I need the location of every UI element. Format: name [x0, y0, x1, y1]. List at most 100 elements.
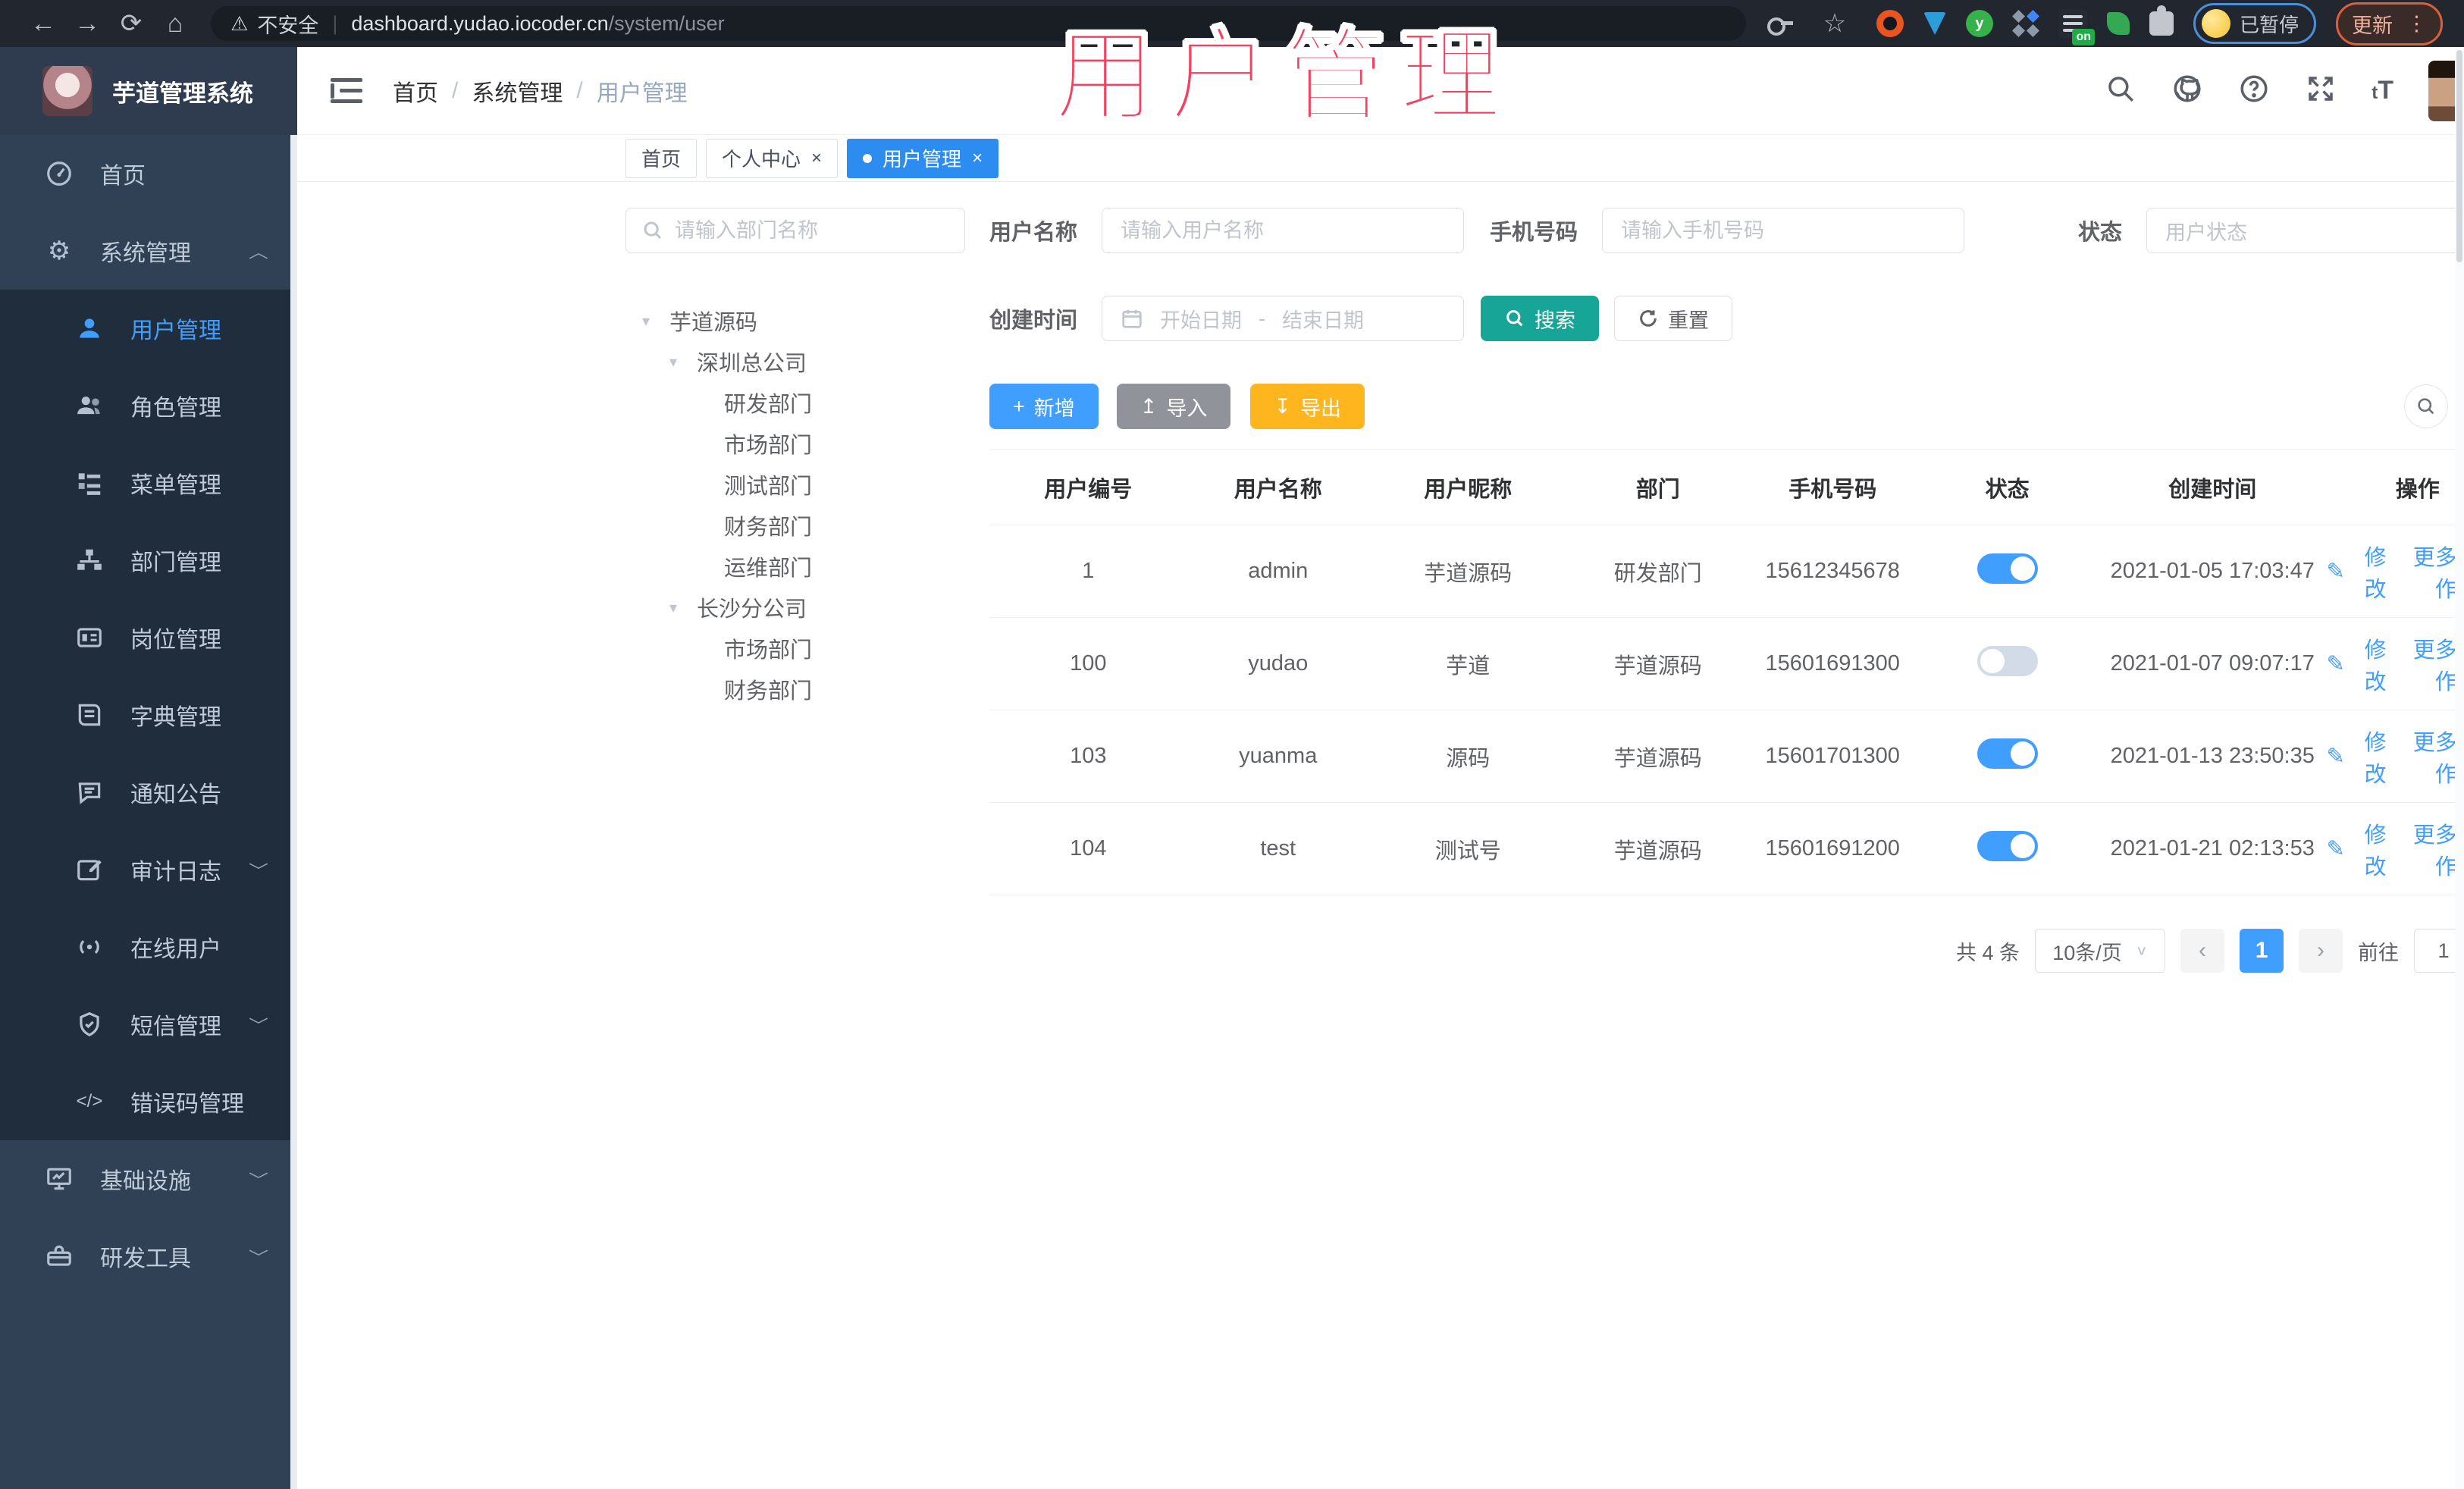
close-icon[interactable]: ×: [972, 148, 983, 169]
tree-node-label: 市场部门: [724, 638, 813, 663]
breadcrumb-system[interactable]: 系统管理: [472, 74, 563, 108]
sidebar-item-infrastructure[interactable]: 基础设施 ﹀: [0, 1140, 297, 1218]
sidebar-scrollbar[interactable]: [290, 135, 297, 1489]
sidebar-item-system[interactable]: ⚙ 系统管理 ︿: [0, 212, 297, 290]
prev-page-button[interactable]: ‹: [2180, 929, 2225, 973]
tree-node[interactable]: 测试部门: [625, 464, 965, 505]
tree-node-label: 测试部门: [724, 475, 813, 499]
sidebar-item-dashboard[interactable]: 首页: [0, 135, 297, 212]
sidebar-item-online-users[interactable]: 在线用户: [0, 908, 297, 986]
sidebar-item-audit-log[interactable]: 审计日志 ﹀: [0, 831, 297, 908]
edit-link[interactable]: 修改: [2356, 817, 2396, 881]
dept-search-box[interactable]: [625, 208, 965, 253]
add-button[interactable]: + 新增: [989, 384, 1099, 429]
orange-ring-extension-icon[interactable]: [1876, 10, 1904, 37]
next-page-button[interactable]: ›: [2299, 929, 2343, 973]
address-bar[interactable]: ⚠ 不安全 | dashboard.yudao.iocoder.cn/syste…: [211, 6, 1746, 41]
cell-user-id: 104: [1070, 836, 1107, 860]
extensions-puzzle-icon[interactable]: [2149, 5, 2174, 36]
tree-node[interactable]: 市场部门: [625, 423, 965, 464]
tree-node[interactable]: 运维部门: [625, 546, 965, 587]
status-toggle[interactable]: [1977, 738, 2038, 769]
tab-profile[interactable]: 个人中心 ×: [706, 138, 839, 178]
status-select[interactable]: 用户状态 ∨: [2146, 208, 2464, 253]
export-button[interactable]: ↧ 导出: [1250, 384, 1365, 429]
browser-menu-dots-icon[interactable]: ⋮: [2406, 12, 2427, 36]
edit-icon: ✎: [2326, 837, 2345, 861]
tree-caret-icon[interactable]: ▾: [669, 598, 686, 617]
status-toggle[interactable]: [1977, 830, 2038, 861]
cell-nickname: 芋道: [1446, 654, 1491, 679]
green-leaf-extension-icon[interactable]: [2106, 12, 2130, 35]
collapse-sidebar-icon[interactable]: [331, 77, 362, 104]
shield-check-icon: [73, 1010, 106, 1039]
logo-row[interactable]: 芋道管理系统: [0, 47, 297, 135]
reset-button[interactable]: 重置: [1614, 296, 1733, 341]
sidebar-item-users[interactable]: 用户管理: [0, 290, 297, 367]
font-size-icon[interactable]: tT: [2372, 76, 2393, 105]
edit-link[interactable]: 修改: [2356, 725, 2396, 788]
dept-search-input[interactable]: [675, 218, 949, 243]
search-button[interactable]: 搜索: [1481, 296, 1600, 341]
sidebar-item-dicts[interactable]: 字典管理: [0, 676, 297, 754]
close-icon[interactable]: ×: [811, 148, 822, 169]
breadcrumb-separator: /: [576, 77, 583, 103]
browser-update-button[interactable]: 更新 ⋮: [2336, 2, 2443, 45]
breadcrumb-home[interactable]: 首页: [393, 74, 438, 108]
tab-home[interactable]: 首页: [625, 138, 698, 178]
tree-caret-icon[interactable]: ▾: [642, 312, 659, 331]
sidebar-item-menus[interactable]: 菜单管理: [0, 444, 297, 522]
sidebar-item-sms[interactable]: 短信管理 ﹀: [0, 986, 297, 1063]
scrollbar-thumb[interactable]: [2456, 50, 2462, 262]
tree-node[interactable]: 研发部门: [625, 382, 965, 423]
browser-back-icon[interactable]: ←: [21, 9, 65, 39]
blue-drop-extension-icon[interactable]: [1923, 12, 1946, 35]
github-icon[interactable]: [2171, 73, 2203, 108]
date-end-placeholder: 结束日期: [1282, 309, 1365, 332]
sidebar-item-notices[interactable]: 通知公告: [0, 754, 297, 831]
toggle-search-button[interactable]: [2404, 384, 2449, 428]
edit-link[interactable]: 修改: [2356, 632, 2396, 696]
bookmark-star-icon[interactable]: ☆: [1813, 8, 1857, 39]
tree-node[interactable]: ▾ 深圳总公司: [625, 341, 965, 382]
tree-caret-icon[interactable]: ▾: [669, 353, 686, 371]
security-label[interactable]: 不安全: [257, 9, 318, 39]
cell-user-id: 100: [1070, 651, 1107, 676]
fullscreen-icon[interactable]: [2305, 73, 2337, 108]
chevron-up-icon: ︿: [248, 243, 268, 262]
download-icon: ↧: [1274, 394, 1292, 418]
date-range-picker[interactable]: 开始日期 - 结束日期: [1102, 296, 1465, 341]
current-page-button[interactable]: 1: [2240, 929, 2284, 973]
green-circle-extension-icon[interactable]: y: [1965, 10, 1993, 37]
browser-reload-icon[interactable]: ⟳: [109, 8, 153, 39]
page-size-select[interactable]: 10条/页 ∨: [2035, 929, 2166, 973]
sidebar-item-dev-tools[interactable]: 研发工具 ﹀: [0, 1218, 297, 1295]
status-toggle[interactable]: [1977, 553, 2038, 584]
tree-node-label: 运维部门: [724, 556, 813, 581]
import-button[interactable]: ↥ 导入: [1116, 384, 1231, 429]
password-key-icon[interactable]: [1766, 17, 1793, 36]
sidebar-item-posts[interactable]: 岗位管理: [0, 599, 297, 676]
tree-node[interactable]: 财务部门: [625, 669, 965, 710]
tree-node[interactable]: 财务部门: [625, 505, 965, 546]
squares-extension-icon[interactable]: [2011, 10, 2039, 37]
browser-forward-icon[interactable]: →: [65, 9, 109, 39]
cell-username: yuanma: [1239, 744, 1318, 768]
tab-user-management[interactable]: 用户管理 ×: [847, 138, 999, 178]
username-input[interactable]: [1121, 218, 1446, 243]
browser-home-icon[interactable]: ⌂: [153, 9, 197, 39]
edit-link[interactable]: 修改: [2356, 540, 2396, 603]
sidebar-item-roles[interactable]: 角色管理: [0, 367, 297, 444]
mobile-input[interactable]: [1621, 218, 1946, 243]
tree-node[interactable]: ▾ 芋道源码: [625, 300, 965, 341]
list-extension-icon[interactable]: on: [2058, 9, 2095, 45]
browser-profile-pill[interactable]: 已暂停: [2193, 3, 2316, 44]
header-search-icon[interactable]: [2105, 73, 2136, 108]
page-scrollbar[interactable]: [2455, 47, 2464, 1489]
tree-node[interactable]: 市场部门: [625, 628, 965, 669]
tree-node[interactable]: ▾ 长沙分公司: [625, 587, 965, 628]
sidebar-item-error-codes[interactable]: </> 错误码管理: [0, 1063, 297, 1140]
help-icon[interactable]: [2238, 73, 2270, 108]
sidebar-item-depts[interactable]: 部门管理: [0, 522, 297, 599]
status-toggle[interactable]: [1977, 645, 2038, 676]
